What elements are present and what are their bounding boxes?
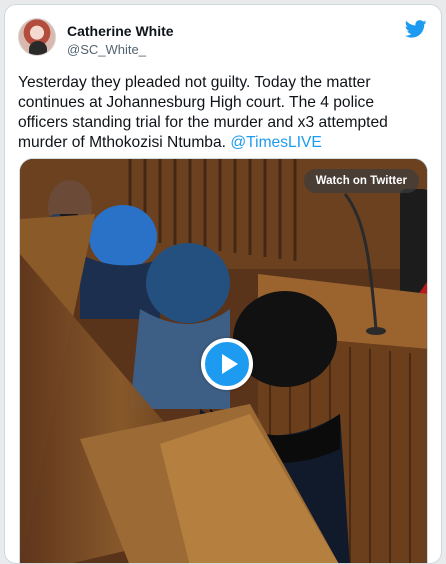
tweet-header: Catherine White @SC_White_ xyxy=(18,18,427,62)
tweet-card[interactable]: Catherine White @SC_White_ Yesterday the… xyxy=(4,4,442,564)
avatar[interactable] xyxy=(18,18,56,56)
video-player[interactable]: Watch on Twitter xyxy=(19,158,428,563)
author-name[interactable]: Catherine White xyxy=(67,23,174,39)
twitter-bird-icon[interactable] xyxy=(405,20,427,38)
watch-on-twitter-button[interactable]: Watch on Twitter xyxy=(303,169,419,193)
play-icon[interactable] xyxy=(201,338,253,390)
author-handle[interactable]: @SC_White_ xyxy=(67,42,146,57)
mention-link[interactable]: @TimesLIVE xyxy=(230,134,322,151)
tweet-body: Yesterday they pleaded not guilty. Today… xyxy=(18,74,388,151)
tweet-text: Yesterday they pleaded not guilty. Today… xyxy=(18,73,428,153)
